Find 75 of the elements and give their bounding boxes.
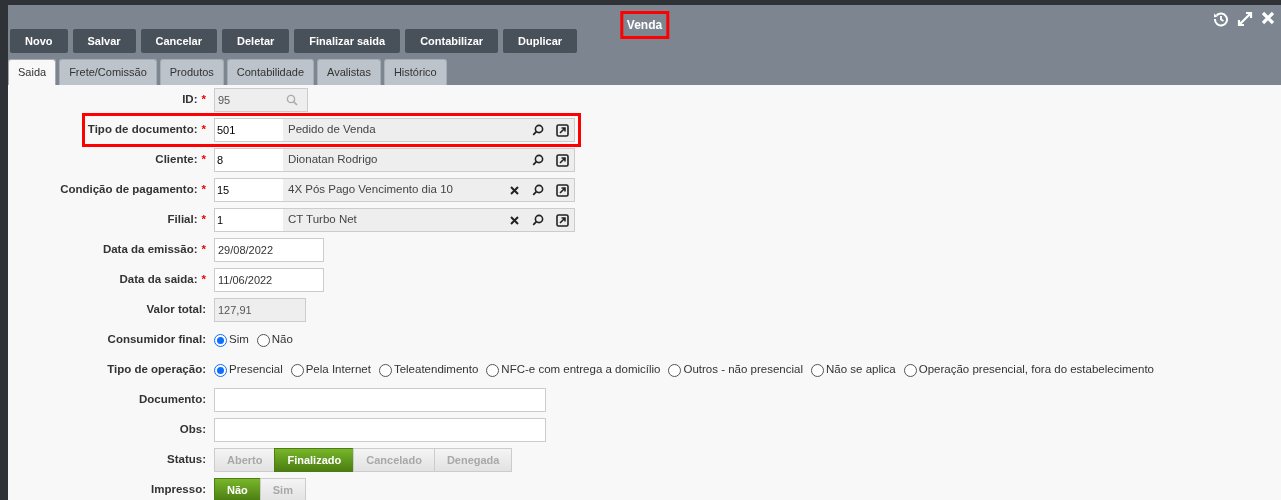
radio-label: Não	[271, 332, 293, 348]
field-label: Cliente:	[155, 152, 198, 168]
lookup-description: CT Turbo Net	[287, 212, 358, 228]
tab[interactable]: Avalistas	[317, 59, 381, 85]
radio-button[interactable]	[486, 363, 500, 377]
field-label: Tipo de documento:	[87, 122, 198, 138]
radio-button[interactable]	[668, 363, 682, 377]
required-mark: *	[201, 212, 206, 228]
required-mark: *	[201, 243, 206, 256]
date-field[interactable]: 29/08/2022	[214, 238, 324, 262]
toolbar-button[interactable]: Duplicar	[503, 29, 578, 53]
field-label: Valor total:	[146, 303, 206, 316]
lookup-description: 4X Pós Pago Vencimento dia 10	[287, 182, 454, 198]
toolbar-button[interactable]: Novo	[10, 29, 68, 53]
tab[interactable]: Saida	[8, 59, 57, 85]
radio-label: Outros - não presencial	[683, 362, 804, 378]
radio-button[interactable]	[290, 363, 304, 377]
code-field[interactable]: 1	[215, 209, 283, 231]
required-mark: *	[201, 182, 206, 198]
lookup-description: Pedido de Venda	[287, 122, 377, 138]
radio-label: NFC-e com entrega a domicílio	[501, 362, 661, 378]
field-label: Tipo de operação:	[107, 363, 206, 376]
tab[interactable]: Frete/Comissão	[59, 59, 157, 85]
toolbar-button[interactable]: Finalizar saida	[294, 29, 401, 53]
radio-label: Não se aplica	[826, 362, 896, 378]
radio-label: Pela Internet	[305, 362, 371, 378]
lookup-field[interactable]: 15 4X Pós Pago Vencimento dia 10	[214, 178, 575, 202]
field-label: Obs:	[179, 423, 206, 436]
expand-icon[interactable]	[1237, 11, 1253, 27]
lookup-field[interactable]: 501 Pedido de Venda	[214, 118, 575, 142]
required-mark: *	[201, 122, 206, 138]
field-label: Condição de pagamento:	[60, 182, 198, 198]
tab[interactable]: Contabilidade	[226, 59, 315, 85]
required-mark: *	[201, 93, 206, 106]
toolbar-button[interactable]: Contabilizar	[405, 29, 499, 53]
radio-button[interactable]	[214, 333, 227, 347]
tab[interactable]: Histórico	[383, 59, 447, 85]
field-label: Status:	[167, 453, 206, 466]
text-field[interactable]	[214, 388, 546, 412]
text-field[interactable]	[214, 418, 546, 442]
radio-button[interactable]	[256, 333, 270, 347]
tab[interactable]: Produtos	[159, 59, 224, 85]
radio-label: Operação presencial, fora do estabelecimento	[918, 362, 1154, 378]
close-icon[interactable]	[1261, 11, 1275, 27]
toolbar-button[interactable]: Deletar	[222, 29, 290, 53]
lookup-description: Dionatan Rodrigo	[287, 152, 379, 168]
field-label: Filial:	[167, 212, 198, 228]
toolbar-button[interactable]: Salvar	[72, 29, 136, 53]
radio-button[interactable]	[214, 363, 227, 377]
radio-label: Teleatendimento	[393, 362, 479, 378]
lookup-field[interactable]: 8 Dionatan Rodrigo	[214, 148, 575, 172]
toolbar-button[interactable]: Cancelar	[140, 29, 217, 53]
code-field[interactable]: 501	[215, 119, 283, 141]
code-field[interactable]: 8	[215, 149, 283, 171]
toggle-button[interactable]: Finalizado	[274, 448, 355, 472]
field-label: ID:	[182, 93, 198, 106]
window-title: Venda	[619, 11, 670, 39]
field-label: Consumidor final:	[107, 333, 206, 346]
code-field[interactable]: 15	[215, 179, 283, 201]
radio-label: Presencial	[229, 362, 283, 378]
field-label: Impresso:	[151, 483, 206, 496]
required-mark: *	[201, 273, 206, 286]
radio-label: Sim	[229, 332, 249, 348]
radio-button[interactable]	[903, 363, 917, 377]
radio-button[interactable]	[811, 363, 825, 377]
field-label: Data da emissão:	[102, 243, 198, 256]
lookup-field[interactable]: 1 CT Turbo Net	[214, 208, 575, 232]
total-field[interactable]: 127,91	[214, 298, 306, 322]
history-icon[interactable]	[1213, 11, 1229, 27]
field-label: Documento:	[138, 393, 206, 406]
date-field[interactable]: 11/06/2022	[214, 268, 324, 292]
field-label: Data da saida:	[119, 273, 198, 286]
required-mark: *	[201, 152, 206, 168]
radio-button[interactable]	[378, 363, 392, 377]
field-value: 95	[218, 92, 232, 108]
